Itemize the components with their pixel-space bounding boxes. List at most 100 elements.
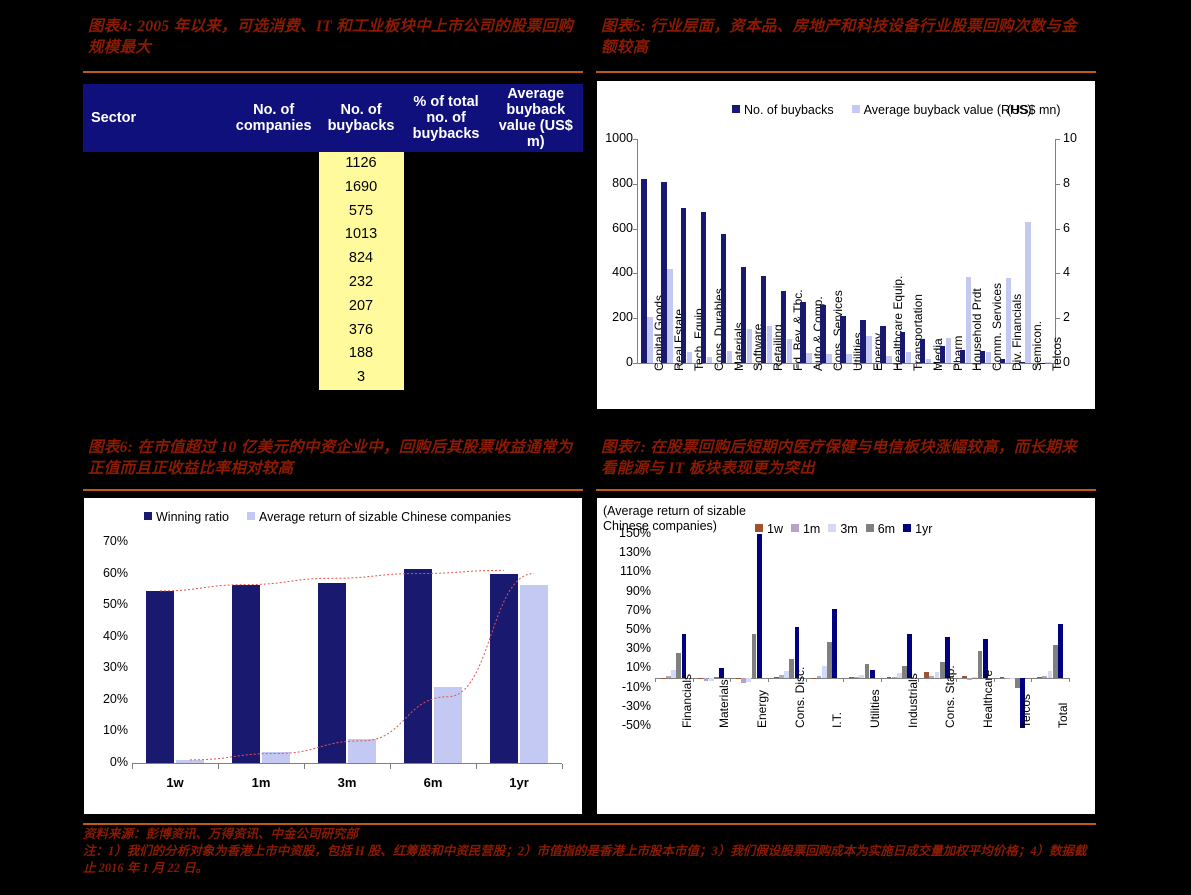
y-tick-label: 50%: [102, 597, 128, 612]
category-label-1: 1w: [166, 775, 184, 790]
exhibit5-title-rule: [596, 71, 1096, 73]
bar-1m: [854, 676, 859, 678]
footer-source: 资料来源：彭博资讯、万得资讯、中金公司研究部: [83, 827, 359, 841]
category-label-4: 6m: [423, 775, 443, 790]
legend-label: 1w: [767, 522, 783, 536]
bar-average-return: [176, 759, 204, 763]
cell-total-buybacks: 6234: [318, 389, 404, 415]
category-label-3: 3m: [337, 775, 357, 790]
y-tick-label: 0%: [109, 755, 128, 769]
cell-sector: Cons. Disc.: [91, 155, 166, 171]
bar-3m: [1009, 678, 1015, 679]
y-tick-label-left: 400: [612, 265, 633, 280]
legend-swatch-icon: [144, 512, 152, 520]
bar-6m: [864, 663, 870, 678]
bar-no-of-buybacks: [720, 233, 727, 363]
y-tick-left: [633, 228, 637, 230]
bar-3m: [708, 678, 714, 681]
exhibit6-title-rule: [83, 489, 583, 491]
y-tick-right: [1056, 273, 1060, 275]
y-tick-label-right: 6: [1063, 220, 1070, 235]
legend-swatch-icon: [828, 524, 837, 532]
cell-companies: 11: [266, 297, 282, 314]
y-tick-right: [1056, 139, 1060, 140]
bar-no-of-buybacks: [1019, 362, 1025, 363]
x-tick: [304, 764, 305, 769]
bar-1w: [660, 677, 666, 679]
bar-1w: [886, 677, 892, 679]
bar-1m: [967, 678, 972, 680]
x-tick: [730, 678, 732, 682]
category-label-4: Cons. Disc.: [792, 666, 807, 728]
cell-avg: 0.01: [521, 369, 550, 386]
cell-sector: Healthcare: [91, 297, 162, 314]
bar-3m: [821, 666, 827, 678]
cell-pct: 27%: [431, 178, 461, 195]
cell-sector: Telcos: [91, 369, 133, 386]
y-tick-label: 70%: [625, 602, 651, 617]
table-row: Materials 30 824 13% 0.46: [83, 247, 583, 271]
bar-6m: [714, 677, 719, 679]
x-tick: [843, 678, 845, 682]
exhibit7-title-rule: [596, 489, 1096, 491]
col-header-pct-total: % of total no. of buybacks: [403, 84, 489, 152]
cell-avg: 1.02: [521, 155, 550, 171]
cell-buybacks: 824: [318, 247, 404, 271]
cell-sector: Industrials: [91, 202, 158, 219]
legend-label: 1yr: [915, 522, 933, 536]
bar-1m: [816, 676, 822, 678]
category-label-11: Total: [1056, 702, 1071, 728]
y-tick-label: -10%: [621, 679, 651, 694]
bar-average-return: [520, 584, 548, 763]
exhibit6-title: 图表6: 在市值超过 10 亿美元的中资企业中，回购后其股票收益通常为正值而且正…: [88, 439, 573, 477]
y-tick-label-right: 4: [1063, 265, 1070, 280]
bar-no-of-buybacks: [800, 302, 806, 363]
y-tick-label: 90%: [625, 583, 651, 598]
bar-3m: [784, 671, 789, 678]
x-tick: [218, 764, 219, 769]
y-tick-label-right: 0: [1063, 355, 1070, 369]
cell-companies: 33: [265, 202, 282, 219]
legend-swatch-icon: [755, 524, 763, 532]
y-tick-label: -30%: [621, 698, 651, 713]
cell-avg: 0.46: [521, 250, 550, 267]
col-header-companies: No. of companies: [228, 84, 319, 152]
category-label-3: Energy: [755, 689, 770, 728]
cell-avg: 0.65: [521, 178, 550, 195]
category-label-21: Telcos: [1050, 336, 1065, 371]
legend-label: 3m: [840, 522, 858, 536]
x-tick: [562, 764, 563, 769]
cell-pct: 9%: [435, 202, 457, 219]
bar-1m: [1042, 676, 1048, 678]
legend-item: Average return of sizable Chinese compan…: [246, 510, 511, 524]
exhibit7-chart-panel: (Average return of sizable Chinese compa…: [596, 497, 1096, 815]
cell-total-companies: 245: [228, 389, 319, 415]
cell-buybacks: 207: [318, 294, 404, 319]
cell-sector: I.T.: [91, 178, 111, 195]
y-tick-label: 10%: [625, 660, 651, 675]
x-tick: [956, 678, 958, 682]
category-label-1: Financials: [679, 673, 694, 728]
legend-swatch-icon: [732, 105, 740, 113]
cell-buybacks: 1013: [318, 223, 404, 248]
bar-no-of-buybacks: [740, 267, 747, 363]
y-tick-label: 30%: [102, 660, 128, 675]
bar-1w: [698, 677, 704, 679]
bar-average-return: [348, 739, 376, 763]
cell-companies: 8: [269, 321, 278, 338]
category-label-19: Div. Financials: [1010, 293, 1025, 371]
bar-1yr: [681, 633, 687, 678]
bar-no-of-buybacks: [900, 331, 906, 363]
bar-1w: [736, 677, 741, 679]
legend-item: No. of buybacks: [732, 103, 834, 117]
bar-no-of-buybacks: [860, 320, 866, 363]
x-tick: [1031, 678, 1033, 682]
y-tick-label-left: 0: [626, 355, 633, 369]
legend-item: 1yr: [903, 522, 932, 536]
bar-3m: [934, 672, 940, 678]
cell-avg: 3.42: [521, 226, 550, 243]
bar-6m: [751, 633, 757, 678]
cell-buybacks: 188: [318, 342, 404, 367]
cell-pct: 3%: [435, 345, 457, 362]
cell-companies: 1: [269, 369, 278, 386]
